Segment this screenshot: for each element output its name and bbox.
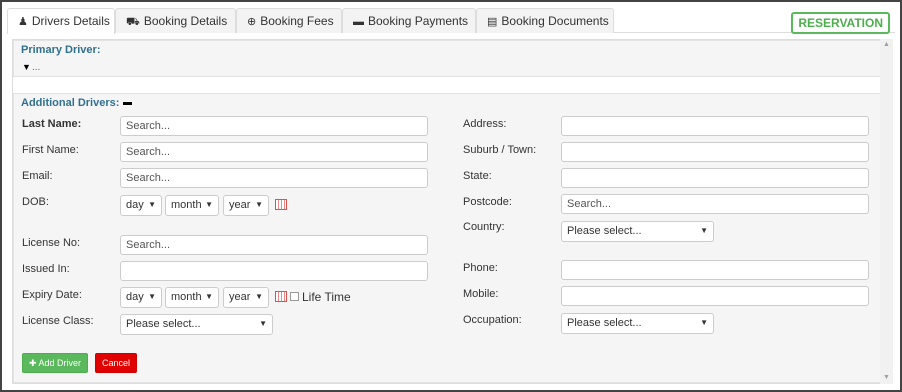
chevron-down-icon: ▼	[205, 292, 213, 301]
collapse-minus-icon[interactable]	[123, 101, 133, 105]
address-label: Address:	[463, 118, 507, 130]
country-select[interactable]: Please select... ▼	[561, 221, 714, 242]
chevron-down-icon: ▼	[700, 318, 708, 327]
expiry-month-value: month	[171, 291, 202, 303]
suburb-input[interactable]	[561, 142, 869, 162]
expiry-day-value: day	[126, 291, 144, 303]
expiry-day-select[interactable]: day ▼	[120, 287, 162, 308]
content-area: Primary Driver: ▼ ... Additional Drivers…	[12, 39, 882, 384]
postcode-input[interactable]	[561, 194, 869, 214]
phone-label: Phone:	[463, 262, 498, 274]
additional-drivers-panel: Additional Drivers: Last Name: First Nam…	[13, 93, 881, 383]
tab-label: Booking Documents	[501, 14, 609, 28]
email-label: Email:	[22, 170, 53, 182]
mobile-input[interactable]	[561, 286, 869, 306]
tab-label: Drivers Details	[31, 14, 110, 28]
app-frame: ♟ Drivers Details ⛟ Booking Details ⊕ Booki…	[0, 0, 902, 392]
user-icon: ♟	[18, 16, 28, 28]
postcode-label: Postcode:	[463, 196, 512, 208]
country-label: Country:	[463, 221, 505, 233]
vertical-scrollbar[interactable]: ▲ ▼	[880, 39, 893, 384]
credit-card-icon: ▬	[353, 16, 364, 28]
state-input[interactable]	[561, 168, 869, 188]
occupation-label: Occupation:	[463, 314, 522, 326]
last-name-input[interactable]	[120, 116, 428, 136]
primary-driver-title: Primary Driver:	[21, 44, 101, 56]
lifetime-checkbox[interactable]	[290, 292, 299, 301]
suburb-label: Suburb / Town:	[463, 144, 537, 156]
dob-label: DOB:	[22, 196, 49, 208]
chevron-down-icon: ▼	[205, 200, 213, 209]
license-class-label: License Class:	[22, 315, 94, 327]
expiry-month-select[interactable]: month ▼	[165, 287, 219, 308]
last-name-label: Last Name:	[22, 118, 82, 130]
tab-label: Booking Fees	[260, 14, 334, 28]
occupation-value: Please select...	[567, 317, 642, 329]
license-no-label: License No:	[22, 237, 81, 249]
address-input[interactable]	[561, 116, 869, 136]
email-input[interactable]	[120, 168, 428, 188]
document-icon: ▤	[487, 16, 498, 28]
dob-month-select[interactable]: month ▼	[165, 195, 219, 216]
state-label: State:	[463, 170, 492, 182]
add-driver-button[interactable]: ✚ Add Driver	[22, 353, 89, 373]
expand-caret-icon[interactable]: ▼	[22, 62, 31, 72]
chevron-down-icon: ▼	[259, 319, 267, 328]
mobile-label: Mobile:	[463, 288, 499, 300]
scroll-down-arrow-icon[interactable]: ▼	[880, 372, 893, 384]
tab-booking-details[interactable]: ⛟ Booking Details	[115, 8, 236, 33]
dob-day-value: day	[126, 199, 144, 211]
license-no-input[interactable]	[120, 235, 428, 255]
tab-booking-payments[interactable]: ▬ Booking Payments	[342, 8, 476, 33]
calendar-icon[interactable]	[275, 291, 287, 302]
car-icon: ⛟	[126, 16, 140, 28]
lifetime-label: Life Time	[302, 290, 351, 304]
tab-booking-fees[interactable]: ⊕ Booking Fees	[236, 8, 342, 33]
calendar-icon[interactable]	[275, 199, 287, 210]
scroll-up-arrow-icon[interactable]: ▲	[880, 39, 893, 51]
chevron-down-icon: ▼	[148, 200, 156, 209]
tab-label: Booking Payments	[368, 14, 469, 28]
collapsed-indicator: ...	[32, 62, 41, 73]
expiry-date-label: Expiry Date:	[22, 289, 82, 301]
expiry-year-value: year	[229, 291, 251, 303]
first-name-label: First Name:	[22, 144, 79, 156]
tab-bar: ♟ Drivers Details ⛟ Booking Details ⊕ Booki…	[7, 8, 895, 34]
cancel-button[interactable]: Cancel	[95, 353, 138, 373]
tab-label: Booking Details	[143, 14, 228, 28]
phone-input[interactable]	[561, 260, 869, 280]
additional-drivers-title: Additional Drivers:	[21, 97, 133, 109]
first-name-input[interactable]	[120, 142, 428, 162]
expiry-year-select[interactable]: year ▼	[223, 287, 269, 308]
dob-month-value: month	[171, 199, 202, 211]
chevron-down-icon: ▼	[255, 200, 263, 209]
chevron-down-icon: ▼	[255, 292, 263, 301]
license-class-value: Please select...	[126, 318, 201, 330]
tab-booking-documents[interactable]: ▤ Booking Documents	[476, 8, 614, 33]
country-value: Please select...	[567, 225, 642, 237]
occupation-select[interactable]: Please select... ▼	[561, 313, 714, 334]
reservation-button[interactable]: RESERVATION	[791, 12, 890, 34]
tab-drivers-details[interactable]: ♟ Drivers Details	[7, 8, 115, 34]
issued-in-input[interactable]	[120, 261, 428, 281]
license-class-select[interactable]: Please select... ▼	[120, 314, 273, 335]
dob-day-select[interactable]: day ▼	[120, 195, 162, 216]
primary-driver-panel: Primary Driver: ▼ ...	[13, 40, 881, 77]
dob-year-select[interactable]: year ▼	[223, 195, 269, 216]
chevron-down-icon: ▼	[700, 226, 708, 235]
additional-drivers-title-text: Additional Drivers:	[21, 97, 120, 109]
chevron-down-icon: ▼	[148, 292, 156, 301]
plus-circle-icon: ⊕	[247, 16, 257, 28]
dob-year-value: year	[229, 199, 251, 211]
issued-in-label: Issued In:	[22, 263, 70, 275]
